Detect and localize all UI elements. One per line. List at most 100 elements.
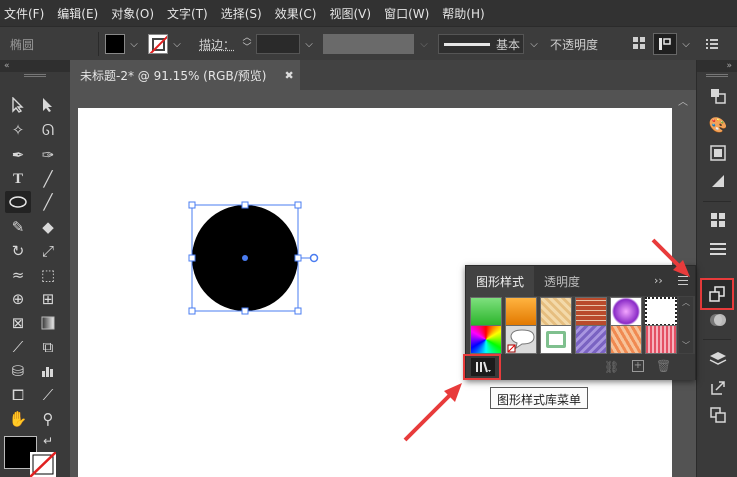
style-swatch[interactable] xyxy=(610,325,642,354)
menu-file[interactable]: 文件(F) xyxy=(4,5,44,22)
menu-help[interactable]: 帮助(H) xyxy=(442,5,484,22)
style-swatch[interactable] xyxy=(540,297,572,326)
tab-transparency[interactable]: 透明度 xyxy=(534,266,590,296)
stroke-weight-input[interactable] xyxy=(256,34,300,54)
symbol-sprayer-tool-icon[interactable]: ⛁ xyxy=(5,360,31,382)
menu-object[interactable]: 对象(O) xyxy=(111,5,154,22)
style-swatch[interactable] xyxy=(470,297,502,326)
menu-select[interactable]: 选择(S) xyxy=(221,5,262,22)
mesh-tool-icon[interactable]: ⊠ xyxy=(5,312,31,334)
appearance-panel-icon[interactable] xyxy=(705,308,731,332)
style-swatch[interactable] xyxy=(540,325,572,354)
rotate-tool-icon[interactable]: ↻ xyxy=(5,240,31,262)
panel-grip[interactable] xyxy=(706,74,728,77)
graphic-styles-panel-icon[interactable] xyxy=(700,278,734,310)
highlight-box xyxy=(463,354,501,380)
line-tool-icon[interactable]: ╱ xyxy=(35,168,61,190)
arrange-documents-icon[interactable] xyxy=(653,33,677,55)
chevron-down-icon[interactable]: ⌵ xyxy=(170,34,184,54)
gradient-tool-icon[interactable] xyxy=(35,312,61,334)
shaper-tool-icon[interactable]: ✎ xyxy=(5,216,31,238)
curvature-tool-icon[interactable]: ✑ xyxy=(35,144,61,166)
lasso-tool-icon[interactable]: ᘏ xyxy=(35,119,61,141)
menu-window[interactable]: 窗口(W) xyxy=(384,5,429,22)
style-swatch[interactable] xyxy=(505,325,537,354)
type-tool-icon[interactable]: T xyxy=(5,168,31,190)
divider xyxy=(703,201,731,202)
pie-widget-handle[interactable] xyxy=(309,253,319,263)
width-tool-icon[interactable]: ≈ xyxy=(5,264,31,286)
menu-view[interactable]: 视图(V) xyxy=(329,5,371,22)
stroke-swatch[interactable] xyxy=(29,451,57,477)
close-icon[interactable]: ✖ xyxy=(284,69,293,82)
document-tab[interactable]: 未标题-2* @ 91.15% (RGB/预览) ✖ xyxy=(70,60,300,90)
gradient-panel-icon[interactable] xyxy=(705,169,731,193)
opacity-label[interactable]: 不透明度 xyxy=(550,36,598,53)
transform-panel-icon[interactable] xyxy=(705,84,731,108)
style-swatch[interactable] xyxy=(645,297,677,326)
eraser-tool-icon[interactable]: ◆ xyxy=(35,216,61,238)
hand-tool-icon[interactable]: ✋ xyxy=(5,408,31,430)
magic-wand-icon[interactable]: ✧ xyxy=(5,119,31,141)
stroke-color-swatch[interactable] xyxy=(148,34,168,54)
scroll-up-icon[interactable]: ︿ xyxy=(678,93,692,108)
variable-width-profile[interactable] xyxy=(323,34,414,54)
chevron-down-icon[interactable]: ⌵ xyxy=(679,34,693,54)
chevron-down-icon[interactable]: ⌵ xyxy=(302,34,316,54)
pen-tool-icon[interactable]: ✒ xyxy=(5,144,31,166)
artboards-panel-icon[interactable] xyxy=(705,403,731,427)
style-swatch[interactable] xyxy=(470,325,502,354)
free-transform-tool-icon[interactable]: ⬚ xyxy=(35,264,61,286)
stroke-label[interactable]: 描边： xyxy=(199,36,235,53)
slice-tool-icon[interactable]: ⟋ xyxy=(35,384,61,406)
panel-menu-icon[interactable] xyxy=(706,38,718,49)
color-palette-icon[interactable]: 🎨 xyxy=(705,113,731,137)
style-swatch[interactable] xyxy=(575,325,607,354)
style-swatch[interactable] xyxy=(575,297,607,326)
stroke-panel-icon[interactable] xyxy=(705,236,731,260)
panel-menu-icon[interactable] xyxy=(678,276,688,285)
menu-type[interactable]: 文字(T) xyxy=(167,5,208,22)
stroke-weight-stepper[interactable]: ︿ ﹀ xyxy=(240,33,254,55)
align-grid-icon[interactable] xyxy=(632,36,646,50)
swap-fill-stroke-icon[interactable]: ↵ xyxy=(40,434,56,448)
direct-selection-tool-icon[interactable] xyxy=(35,94,61,116)
menu-effect[interactable]: 效果(C) xyxy=(275,5,317,22)
perspective-grid-tool-icon[interactable]: ⊞ xyxy=(35,288,61,310)
zoom-tool-icon[interactable]: ⚲ xyxy=(35,408,61,430)
symbols-panel-icon[interactable] xyxy=(705,208,731,232)
export-icon[interactable] xyxy=(705,376,731,400)
brush-definition-select[interactable]: 基本 xyxy=(438,34,524,54)
no-stroke-icon xyxy=(29,451,57,477)
scroll-up-icon[interactable]: ︿ xyxy=(679,297,693,308)
panel-grip[interactable] xyxy=(24,74,46,77)
scale-tool-icon[interactable]: ⤢ xyxy=(35,240,61,262)
new-style-icon[interactable]: + xyxy=(632,360,644,372)
blend-tool-icon[interactable]: ⧉ xyxy=(35,336,61,358)
artboard-tool-icon[interactable]: ⧠ xyxy=(5,384,31,406)
swatches-panel-icon[interactable] xyxy=(705,141,731,165)
layers-panel-icon[interactable] xyxy=(705,347,731,371)
style-swatch[interactable] xyxy=(645,325,677,354)
ellipse-tool-icon[interactable] xyxy=(5,191,31,213)
column-graph-tool-icon[interactable] xyxy=(35,360,61,382)
selection-tool-icon[interactable] xyxy=(5,94,31,116)
menu-edit[interactable]: 编辑(E) xyxy=(57,5,98,22)
chevron-down-icon[interactable]: ⌵ xyxy=(127,34,141,54)
chevron-down-icon[interactable]: ⌵ xyxy=(527,34,541,54)
shape-builder-tool-icon[interactable]: ⊕ xyxy=(5,288,31,310)
panel-expand-icon[interactable]: » xyxy=(697,60,737,72)
speech-bubble-icon xyxy=(507,329,535,353)
trash-icon: 🗑 xyxy=(656,359,672,373)
eyedropper-tool-icon[interactable]: ⟋ xyxy=(5,336,31,358)
paintbrush-tool-icon[interactable]: ╱ xyxy=(35,191,61,213)
style-swatch[interactable] xyxy=(505,297,537,326)
menu-bar: 文件(F) 编辑(E) 对象(O) 文字(T) 选择(S) 效果(C) 视图(V… xyxy=(0,0,737,26)
tab-graphic-styles[interactable]: 图形样式 xyxy=(466,266,535,296)
scroll-down-icon[interactable]: ﹀ xyxy=(679,340,693,351)
panel-scrollbar[interactable]: ︿ ﹀ xyxy=(679,297,693,353)
panel-expand-icon[interactable]: ›› xyxy=(654,274,663,287)
panel-collapse-icon[interactable]: « xyxy=(0,60,70,72)
style-swatch[interactable] xyxy=(610,297,642,326)
fill-color-swatch[interactable] xyxy=(105,34,125,54)
